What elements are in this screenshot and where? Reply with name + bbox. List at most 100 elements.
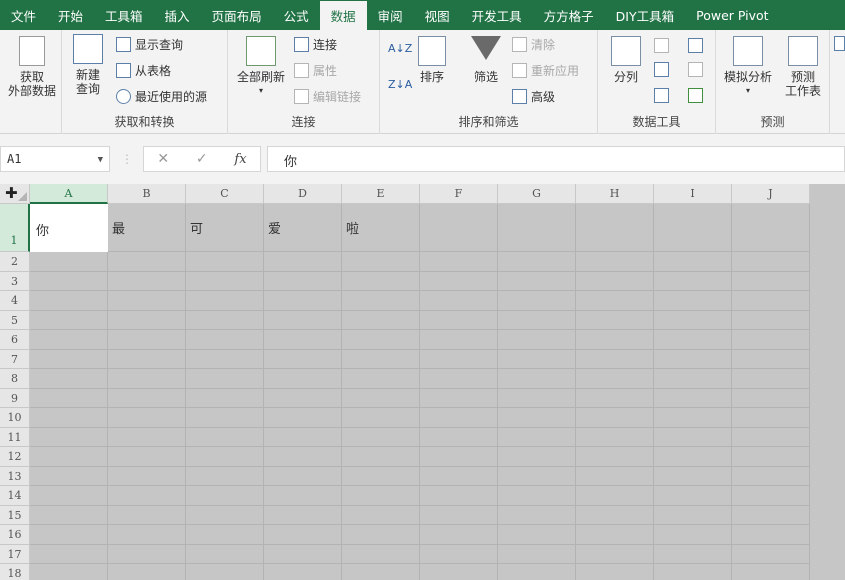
data-validation-icon[interactable]	[654, 88, 669, 103]
cell-c16[interactable]	[186, 525, 264, 545]
cell-a9[interactable]	[30, 388, 108, 408]
cell-d5[interactable]	[264, 310, 342, 330]
cell-h17[interactable]	[576, 544, 654, 564]
cell-c18[interactable]	[186, 564, 264, 580]
row-header-1[interactable]: 1	[0, 204, 30, 252]
cell-g3[interactable]	[498, 271, 576, 291]
cell-i17[interactable]	[654, 544, 732, 564]
cell-f14[interactable]	[420, 486, 498, 506]
cell-b17[interactable]	[108, 544, 186, 564]
properties-button[interactable]: 属性	[294, 62, 337, 79]
row-header-2[interactable]: 2	[0, 252, 30, 272]
cell-a5[interactable]	[30, 310, 108, 330]
chevron-down-icon[interactable]: ▼	[98, 155, 103, 165]
row-header-8[interactable]: 8	[0, 369, 30, 389]
cell-d12[interactable]	[264, 447, 342, 467]
cell-e18[interactable]	[342, 564, 420, 580]
cell-d2[interactable]	[264, 252, 342, 272]
show-queries-button[interactable]: 显示查询	[116, 36, 183, 53]
cell-h3[interactable]	[576, 271, 654, 291]
cell-i5[interactable]	[654, 310, 732, 330]
cell-b1[interactable]: 最	[108, 204, 186, 252]
from-table-button[interactable]: 从表格	[116, 62, 171, 79]
tab-3[interactable]: 插入	[154, 0, 201, 30]
cell-j6[interactable]	[732, 330, 810, 350]
column-header-f[interactable]: F	[420, 184, 498, 204]
cell-e17[interactable]	[342, 544, 420, 564]
cell-i18[interactable]	[654, 564, 732, 580]
cell-h10[interactable]	[576, 408, 654, 428]
row-header-17[interactable]: 17	[0, 544, 30, 564]
column-header-i[interactable]: I	[654, 184, 732, 204]
cell-e16[interactable]	[342, 525, 420, 545]
cell-h4[interactable]	[576, 291, 654, 311]
cell-j2[interactable]	[732, 252, 810, 272]
tab-9[interactable]: 开发工具	[461, 0, 533, 30]
cell-c14[interactable]	[186, 486, 264, 506]
new-query-button[interactable]: 新建 查询	[68, 34, 108, 96]
cell-e5[interactable]	[342, 310, 420, 330]
cell-c9[interactable]	[186, 388, 264, 408]
overflow-icon[interactable]	[834, 36, 845, 51]
cell-j12[interactable]	[732, 447, 810, 467]
row-header-15[interactable]: 15	[0, 505, 30, 525]
cell-e15[interactable]	[342, 505, 420, 525]
reapply-button[interactable]: 重新应用	[512, 62, 579, 79]
cell-f12[interactable]	[420, 447, 498, 467]
row-header-7[interactable]: 7	[0, 349, 30, 369]
cell-g10[interactable]	[498, 408, 576, 428]
cell-a17[interactable]	[30, 544, 108, 564]
row-header-12[interactable]: 12	[0, 447, 30, 467]
cell-h16[interactable]	[576, 525, 654, 545]
row-header-3[interactable]: 3	[0, 271, 30, 291]
cell-f4[interactable]	[420, 291, 498, 311]
cell-h1[interactable]	[576, 204, 654, 252]
cell-f10[interactable]	[420, 408, 498, 428]
cell-j14[interactable]	[732, 486, 810, 506]
cell-a13[interactable]	[30, 466, 108, 486]
cell-e10[interactable]	[342, 408, 420, 428]
get-external-data-button[interactable]: 获取 外部数据	[6, 36, 58, 98]
row-header-10[interactable]: 10	[0, 408, 30, 428]
cell-j15[interactable]	[732, 505, 810, 525]
cell-f1[interactable]	[420, 204, 498, 252]
cell-g2[interactable]	[498, 252, 576, 272]
cell-g7[interactable]	[498, 349, 576, 369]
cell-b18[interactable]	[108, 564, 186, 580]
cell-i16[interactable]	[654, 525, 732, 545]
insert-function-icon[interactable]: fx	[234, 152, 246, 167]
cell-h11[interactable]	[576, 427, 654, 447]
cell-a15[interactable]	[30, 505, 108, 525]
cell-j3[interactable]	[732, 271, 810, 291]
cell-j9[interactable]	[732, 388, 810, 408]
cell-i3[interactable]	[654, 271, 732, 291]
cell-j18[interactable]	[732, 564, 810, 580]
cell-e13[interactable]	[342, 466, 420, 486]
cell-d8[interactable]	[264, 369, 342, 389]
cell-g8[interactable]	[498, 369, 576, 389]
cell-g9[interactable]	[498, 388, 576, 408]
cell-c8[interactable]	[186, 369, 264, 389]
cell-a18[interactable]	[30, 564, 108, 580]
cell-f5[interactable]	[420, 310, 498, 330]
cell-c3[interactable]	[186, 271, 264, 291]
cell-c2[interactable]	[186, 252, 264, 272]
cell-i2[interactable]	[654, 252, 732, 272]
cell-a11[interactable]	[30, 427, 108, 447]
cell-h9[interactable]	[576, 388, 654, 408]
cell-f9[interactable]	[420, 388, 498, 408]
tab-6[interactable]: 数据	[319, 0, 367, 30]
cell-b7[interactable]	[108, 349, 186, 369]
column-header-a[interactable]: A	[30, 184, 108, 204]
row-header-4[interactable]: 4	[0, 291, 30, 311]
cell-d4[interactable]	[264, 291, 342, 311]
cell-h7[interactable]	[576, 349, 654, 369]
row-header-11[interactable]: 11	[0, 427, 30, 447]
cell-e3[interactable]	[342, 271, 420, 291]
cell-j13[interactable]	[732, 466, 810, 486]
cell-d17[interactable]	[264, 544, 342, 564]
row-header-18[interactable]: 18	[0, 564, 30, 580]
cell-c10[interactable]	[186, 408, 264, 428]
cell-a4[interactable]	[30, 291, 108, 311]
cell-f7[interactable]	[420, 349, 498, 369]
